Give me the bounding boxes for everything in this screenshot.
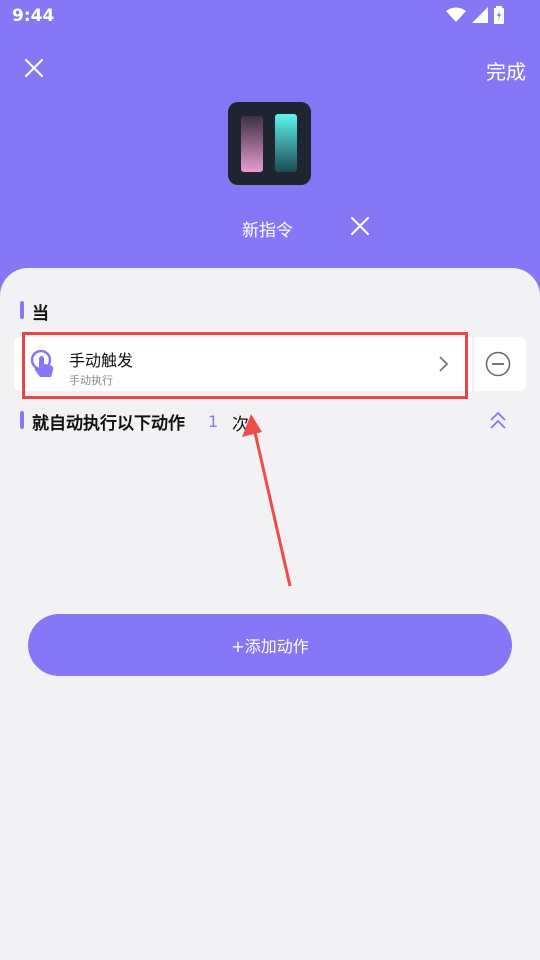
annotation-arrow — [242, 414, 292, 587]
add-action-button[interactable]: +添加动作 — [28, 614, 512, 676]
